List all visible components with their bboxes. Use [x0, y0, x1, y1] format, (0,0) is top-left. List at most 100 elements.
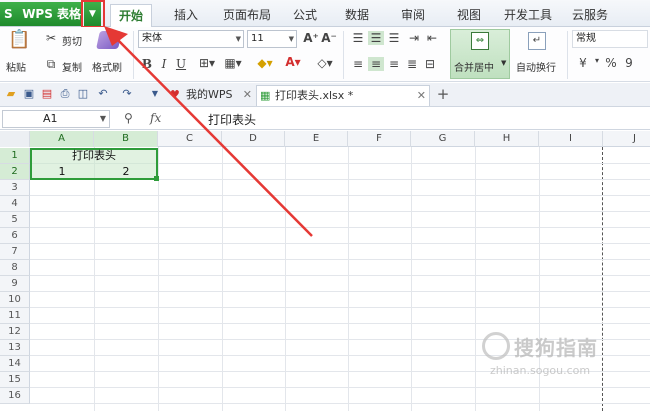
ribbon-divider: [567, 31, 568, 79]
save-icon[interactable]: ▣: [22, 87, 36, 101]
merge-center-button[interactable]: ⇔ 合并居中 ▼: [450, 29, 510, 79]
row-header-10[interactable]: 10: [0, 292, 30, 308]
format-painter-icon[interactable]: [96, 31, 122, 49]
row-header-4[interactable]: 4: [0, 196, 30, 212]
thousands-format-button[interactable]: 9: [622, 56, 636, 70]
align-left-icon: ≡: [352, 57, 364, 71]
font-size-select[interactable]: 11 ▼: [247, 30, 297, 48]
column-header-a[interactable]: A: [30, 131, 94, 147]
shrink-font-button[interactable]: A⁻: [321, 31, 337, 45]
justify-icon: ≣: [406, 57, 418, 71]
export-pdf-icon[interactable]: ▤: [40, 87, 54, 101]
font-name-select[interactable]: 宋体 ▼: [138, 30, 244, 48]
doc-tab-print-header[interactable]: ▦ 打印表头.xlsx * ✕: [256, 85, 430, 106]
cell-style-button[interactable]: ▦▾: [222, 56, 244, 70]
distribute-button[interactable]: ⊟: [422, 57, 438, 71]
bold-button[interactable]: B: [140, 57, 154, 71]
new-tab-plus-icon[interactable]: +: [436, 87, 450, 102]
tab-formulas[interactable]: 公式: [284, 4, 326, 27]
justify-button[interactable]: ≣: [404, 57, 420, 71]
tab-cloud[interactable]: 云服务: [566, 4, 614, 27]
zoom-search-icon[interactable]: ⚲: [124, 111, 133, 125]
row-header-3[interactable]: 3: [0, 180, 30, 196]
outdent-button[interactable]: ⇤: [424, 31, 440, 45]
column-header-d[interactable]: D: [222, 131, 285, 147]
row-header-12[interactable]: 12: [0, 324, 30, 340]
select-all-corner[interactable]: [0, 131, 30, 147]
align-middle-button[interactable]: ☰: [368, 31, 384, 45]
tab-developer[interactable]: 开发工具: [500, 4, 556, 27]
formula-input[interactable]: 打印表头: [208, 111, 256, 128]
wrap-text-button[interactable]: 自动换行: [516, 59, 556, 74]
undo-icon[interactable]: ↶: [96, 87, 110, 101]
row-header-16[interactable]: 16: [0, 388, 30, 404]
row-header-8[interactable]: 8: [0, 260, 30, 276]
row-header-7[interactable]: 7: [0, 244, 30, 260]
column-header-f[interactable]: F: [348, 131, 411, 147]
wrap-text-icon[interactable]: ↵: [528, 32, 546, 50]
font-color-button[interactable]: A▾: [282, 55, 304, 69]
close-icon[interactable]: ✕: [243, 85, 252, 105]
column-header-g[interactable]: G: [411, 131, 475, 147]
tab-review[interactable]: 审阅: [392, 4, 434, 27]
percent-format-button[interactable]: %: [604, 56, 618, 70]
clear-format-button[interactable]: ◇▾: [314, 56, 336, 70]
row-header-14[interactable]: 14: [0, 356, 30, 372]
column-header-h[interactable]: H: [475, 131, 539, 147]
format-painter-button[interactable]: 格式刷: [92, 59, 122, 74]
align-right-button[interactable]: ≡: [386, 57, 402, 71]
chevron-down-icon[interactable]: ▼: [148, 87, 162, 101]
print-preview-icon[interactable]: ◫: [76, 87, 90, 101]
column-header-c[interactable]: C: [158, 131, 222, 147]
copy-button[interactable]: 复制: [62, 59, 82, 74]
row-header-15[interactable]: 15: [0, 372, 30, 388]
paste-icon[interactable]: 📋: [8, 29, 30, 53]
tab-home[interactable]: 开始: [110, 4, 152, 27]
currency-format-button[interactable]: ¥: [574, 56, 592, 70]
row-header-1[interactable]: 1: [0, 148, 30, 164]
tab-insert[interactable]: 插入: [164, 4, 208, 27]
column-header-b[interactable]: B: [94, 131, 158, 147]
gridline: [30, 403, 650, 404]
doc-tab-my-wps[interactable]: ♥ 我的WPS ✕: [168, 85, 254, 106]
paste-button[interactable]: 粘贴: [6, 59, 26, 74]
insert-function-button[interactable]: fx: [150, 111, 161, 125]
chevron-down-icon[interactable]: ▾: [592, 56, 602, 65]
wps-logo-icon: S: [4, 7, 13, 21]
underline-button[interactable]: U: [174, 57, 188, 71]
currency-icon: ¥: [579, 56, 587, 70]
row-header-5[interactable]: 5: [0, 212, 30, 228]
align-bottom-button[interactable]: ☰: [386, 31, 402, 45]
close-icon[interactable]: ✕: [417, 86, 426, 106]
italic-button[interactable]: I: [157, 57, 171, 71]
app-menu-button[interactable]: S WPS 表格: [0, 2, 82, 26]
align-top-button[interactable]: ☰: [350, 31, 366, 45]
borders-icon: ⊞▾: [198, 56, 216, 70]
grow-font-button[interactable]: A⁺: [303, 31, 319, 45]
tab-page-layout[interactable]: 页面布局: [218, 4, 276, 27]
fill-color-button[interactable]: ◆▾: [254, 56, 276, 70]
tab-data[interactable]: 数据: [336, 4, 378, 27]
column-header-i[interactable]: I: [539, 131, 603, 147]
tab-view[interactable]: 视图: [448, 4, 490, 27]
column-header-e[interactable]: E: [285, 131, 348, 147]
cell-b2[interactable]: 2: [94, 164, 158, 180]
column-header-j[interactable]: J: [603, 131, 650, 147]
cell-a2[interactable]: 1: [30, 164, 94, 180]
row-header-6[interactable]: 6: [0, 228, 30, 244]
indent-button[interactable]: ⇥: [406, 31, 422, 45]
name-box[interactable]: A1 ▼: [2, 110, 110, 128]
row-header-11[interactable]: 11: [0, 308, 30, 324]
row-header-13[interactable]: 13: [0, 340, 30, 356]
align-left-button[interactable]: ≡: [350, 57, 366, 71]
cell-a1-merged[interactable]: 打印表头: [30, 148, 158, 164]
row-header-2[interactable]: 2: [0, 164, 30, 180]
borders-button[interactable]: ⊞▾: [196, 56, 218, 70]
redo-icon[interactable]: ↷: [120, 87, 134, 101]
print-icon[interactable]: ⎙: [58, 87, 72, 101]
open-folder-icon[interactable]: ▰: [4, 87, 18, 101]
align-center-button[interactable]: ≡: [368, 57, 384, 71]
cut-button[interactable]: 剪切: [62, 33, 82, 48]
number-format-select[interactable]: 常规: [572, 30, 648, 48]
row-header-9[interactable]: 9: [0, 276, 30, 292]
